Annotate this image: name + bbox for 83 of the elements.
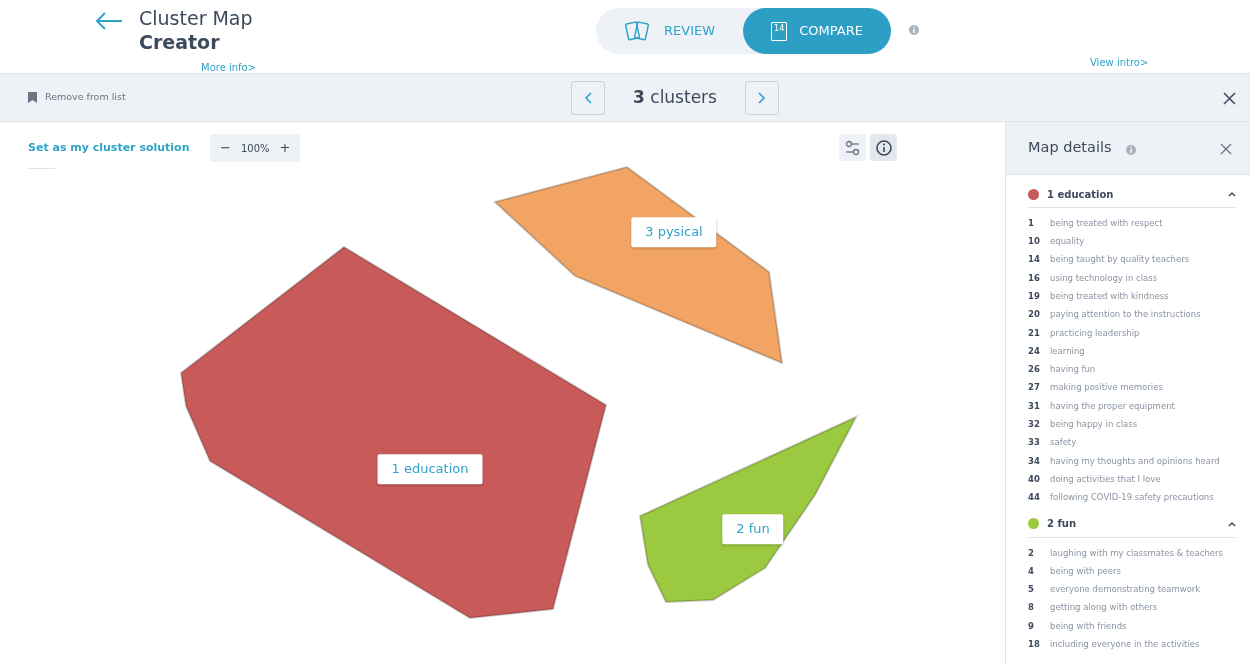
statement-number: 4 xyxy=(1028,564,1035,578)
statement-text: safety xyxy=(1050,436,1077,450)
cluster-count: 3 clusters xyxy=(632,85,718,109)
group-label: 2 fun xyxy=(1047,517,1077,532)
statement-text: everyone demonstrating teamwork xyxy=(1050,583,1201,596)
statement-number: 18 xyxy=(1028,638,1041,651)
cluster-label[interactable]: 1 education xyxy=(377,454,483,484)
mode-tab[interactable]: REVIEW xyxy=(596,8,744,54)
statement-number: 40 xyxy=(1028,472,1041,486)
statement-number: 16 xyxy=(1028,271,1041,285)
mode-tab[interactable]: 14 COMPARE xyxy=(743,8,891,54)
toggles-icon xyxy=(844,139,861,156)
group-label: 1 education xyxy=(1047,187,1114,202)
count-badge: 14 xyxy=(771,21,788,41)
info-icon xyxy=(875,139,892,156)
statement-text: learning xyxy=(1050,344,1085,358)
statement-text: being happy in class xyxy=(1050,418,1138,431)
back-arrow-icon xyxy=(95,11,123,30)
chevron-up-icon xyxy=(1228,520,1236,527)
app-title: Cluster Map xyxy=(139,6,253,30)
statement-text: having fun xyxy=(1050,363,1096,376)
statement-text: doing activities that I love xyxy=(1050,472,1161,486)
statement-number: 2 xyxy=(1028,546,1035,560)
statement-number: 44 xyxy=(1028,491,1041,504)
panel-title: Map details xyxy=(1028,138,1112,158)
app-title: Creator xyxy=(139,30,221,54)
cluster-label[interactable]: 3 pysical xyxy=(631,217,717,247)
info-button[interactable] xyxy=(870,134,898,161)
cluster-group-header[interactable]: 1 education xyxy=(1028,181,1236,208)
cluster-shape[interactable] xyxy=(638,414,859,604)
statement-number: 14 xyxy=(1028,253,1041,267)
statement-text: having my thoughts and opinions heard xyxy=(1050,454,1220,468)
statement-text: being treated with kindness xyxy=(1050,289,1169,303)
statement-text: having the proper equipment xyxy=(1050,399,1175,413)
statement-text: paying attention to the instructions xyxy=(1050,308,1201,321)
statement-text: following COVID-19 safety precautions xyxy=(1050,491,1214,504)
statement-text: equality xyxy=(1050,235,1085,248)
statement-number: 34 xyxy=(1028,454,1041,468)
statement-number: 9 xyxy=(1028,619,1035,633)
zoom-out-button[interactable]: − xyxy=(210,138,241,158)
statement-text: being with peers xyxy=(1050,564,1121,578)
more-info-link[interactable]: More info> xyxy=(201,62,257,73)
chevron-right-icon xyxy=(758,91,766,104)
statement-number: 24 xyxy=(1028,344,1041,358)
cards-icon xyxy=(624,20,652,42)
remove-from-list-button[interactable]: Remove from list xyxy=(28,90,571,105)
statement-text: getting along with others xyxy=(1050,601,1158,615)
statement-text: being taught by quality teachers xyxy=(1050,253,1190,267)
set-solution-link[interactable]: Set as my cluster solution xyxy=(28,140,190,157)
statement-number: 27 xyxy=(1028,381,1041,395)
close-icon xyxy=(1223,91,1236,105)
close-icon xyxy=(1220,142,1232,155)
zoom-in-button[interactable]: + xyxy=(269,138,301,158)
statement-number: 20 xyxy=(1028,308,1041,321)
statement-number: 8 xyxy=(1028,601,1035,615)
statement-number: 21 xyxy=(1028,326,1041,340)
statement-number: 1 xyxy=(1028,216,1035,230)
zoom-level: 100% xyxy=(240,141,270,156)
chevron-up-icon xyxy=(1228,191,1236,197)
statement-text: being treated with respect xyxy=(1050,216,1163,230)
statement-number: 26 xyxy=(1028,363,1041,376)
cluster-shape[interactable] xyxy=(493,165,784,365)
statement-number: 10 xyxy=(1028,235,1041,248)
statement-number: 32 xyxy=(1028,418,1041,431)
chevron-left-icon xyxy=(584,91,592,104)
statement-text: practicing leadership xyxy=(1050,326,1140,340)
statement-number: 33 xyxy=(1028,436,1041,450)
bookmark-icon xyxy=(28,92,37,103)
statement-text: laughing with my classmates & teachers xyxy=(1050,546,1223,560)
statement-text: using technology in class xyxy=(1050,271,1158,285)
cluster-label[interactable]: 2 fun xyxy=(722,514,784,544)
cluster-shape[interactable] xyxy=(179,245,608,620)
statement-number: 19 xyxy=(1028,289,1041,303)
info-icon xyxy=(908,25,919,35)
statement-text: making positive memories xyxy=(1050,381,1163,395)
info-icon xyxy=(1125,145,1136,155)
statement-text: being with friends xyxy=(1050,619,1127,633)
filter-button[interactable] xyxy=(839,134,867,161)
view-intro-link[interactable]: View intro> xyxy=(1090,55,1149,70)
statement-number: 5 xyxy=(1028,583,1035,596)
cluster-group-header[interactable]: 2 fun xyxy=(1028,510,1236,538)
statement-number: 31 xyxy=(1028,399,1041,413)
statement-text: including everyone in the activities xyxy=(1050,638,1200,651)
